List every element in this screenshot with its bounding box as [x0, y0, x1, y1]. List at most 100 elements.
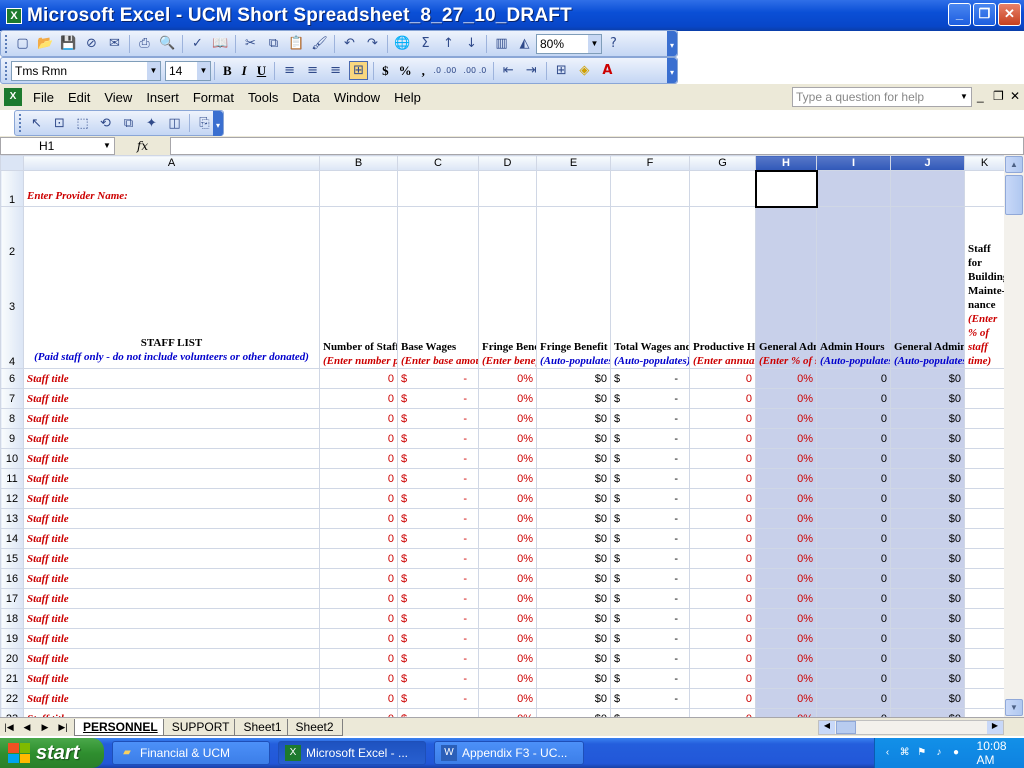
row-header[interactable]: 10	[0, 448, 24, 469]
row-header[interactable]: 6	[0, 368, 24, 389]
fill-color-icon[interactable]: ◈	[575, 61, 594, 80]
admin-hours-cell[interactable]: 0	[816, 428, 891, 449]
base-wages-cell[interactable]: $-	[397, 648, 479, 669]
fringe-rate-cell[interactable]: 0%	[478, 708, 537, 717]
staff-title-cell[interactable]: Staff title	[23, 428, 320, 449]
positions-cell[interactable]: 0	[319, 628, 398, 649]
positions-cell[interactable]: 0	[319, 468, 398, 489]
admin-costs-cell[interactable]: $0	[890, 488, 965, 509]
total-wages-cell[interactable]: $-	[610, 688, 690, 709]
staff-title-cell[interactable]: Staff title	[23, 708, 320, 717]
formula-input[interactable]	[170, 136, 1024, 155]
admin-hours-cell[interactable]: 0	[816, 548, 891, 569]
cell[interactable]	[964, 388, 1004, 409]
align-right-icon[interactable]: ≡	[326, 61, 345, 80]
doc-restore-button[interactable]: ❐	[993, 89, 1004, 103]
cell[interactable]	[964, 368, 1004, 389]
col-header-f[interactable]: F	[610, 155, 690, 171]
staff-title-cell[interactable]: Staff title	[23, 668, 320, 689]
col-header-e[interactable]: E	[536, 155, 611, 171]
positions-cell[interactable]: 0	[319, 448, 398, 469]
undo-icon[interactable]: ↶	[340, 34, 359, 53]
base-wages-cell[interactable]: $-	[397, 368, 479, 389]
chevron-down-icon[interactable]: ▼	[588, 34, 601, 53]
staff-title-cell[interactable]: Staff title	[23, 608, 320, 629]
fringe-dollars-cell[interactable]: $0	[536, 408, 611, 429]
fringe-rate-cell[interactable]: 0%	[478, 388, 537, 409]
menu-format[interactable]: Format	[186, 90, 241, 105]
vertical-scrollbar[interactable]: ▲ ▼	[1004, 155, 1024, 717]
fringe-dollars-cell[interactable]: $0	[536, 528, 611, 549]
admin-hours-cell[interactable]: 0	[816, 588, 891, 609]
menu-window[interactable]: Window	[327, 90, 387, 105]
total-wages-cell[interactable]: $-	[610, 568, 690, 589]
staff-title-cell[interactable]: Staff title	[23, 568, 320, 589]
admin-hours-cell[interactable]: 0	[816, 608, 891, 629]
cell[interactable]	[964, 668, 1004, 689]
total-wages-cell[interactable]: $-	[610, 528, 690, 549]
task-appendix-f3[interactable]: W Appendix F3 - UC...	[434, 741, 584, 765]
productive-hours-cell[interactable]: 0	[689, 588, 756, 609]
general-admin-cell[interactable]: 0%	[755, 428, 817, 449]
print-preview-icon[interactable]: 🔍	[158, 34, 177, 53]
help-icon[interactable]: ?	[604, 34, 623, 53]
cell[interactable]	[964, 548, 1004, 569]
connector-icon[interactable]: ⬚	[73, 114, 92, 133]
base-wages-cell[interactable]: $-	[397, 488, 479, 509]
cell[interactable]	[964, 488, 1004, 509]
admin-hours-cell[interactable]: 0	[816, 568, 891, 589]
admin-hours-cell[interactable]: 0	[816, 668, 891, 689]
productive-hours-cell[interactable]: 0	[689, 608, 756, 629]
base-wages-cell[interactable]: $-	[397, 428, 479, 449]
row-header[interactable]: 19	[0, 628, 24, 649]
cell[interactable]	[319, 170, 398, 207]
col-header-i[interactable]: I	[816, 155, 891, 171]
fringe-dollars-cell[interactable]: $0	[536, 648, 611, 669]
admin-costs-cell[interactable]: $0	[890, 588, 965, 609]
last-sheet-icon[interactable]: ▶|	[54, 722, 72, 733]
productive-hours-cell[interactable]: 0	[689, 668, 756, 689]
general-admin-cell[interactable]: 0%	[755, 368, 817, 389]
base-wages-cell[interactable]: $-	[397, 548, 479, 569]
align-left-icon[interactable]: ≡	[280, 61, 299, 80]
fringe-rate-cell[interactable]: 0%	[478, 668, 537, 689]
active-cell-h1[interactable]	[754, 169, 818, 208]
row-header-2-4[interactable]: 2 3 4	[0, 206, 24, 369]
row-header[interactable]: 16	[0, 568, 24, 589]
staff-title-cell[interactable]: Staff title	[23, 588, 320, 609]
workbook-icon[interactable]: X	[4, 88, 22, 106]
general-admin-cell[interactable]: 0%	[755, 568, 817, 589]
productive-hours-cell[interactable]: 0	[689, 428, 756, 449]
base-wages-cell[interactable]: $-	[397, 608, 479, 629]
chevron-down-icon[interactable]: ▼	[100, 138, 114, 154]
admin-hours-cell[interactable]: 0	[816, 468, 891, 489]
cell[interactable]	[964, 428, 1004, 449]
task-microsoft-excel[interactable]: X Microsoft Excel - ...	[278, 741, 426, 765]
fringe-rate-cell[interactable]: 0%	[478, 628, 537, 649]
base-wages-cell[interactable]: $-	[397, 688, 479, 709]
base-wages-cell[interactable]: $-	[397, 388, 479, 409]
staff-title-cell[interactable]: Staff title	[23, 548, 320, 569]
building-maint-header[interactable]: Staff for Building Mainte-nance(Enter % …	[964, 206, 1004, 369]
cell[interactable]	[397, 170, 479, 207]
minimize-button[interactable]: _	[948, 3, 971, 26]
staff-title-cell[interactable]: Staff title	[23, 408, 320, 429]
admin-hours-cell[interactable]: 0	[816, 368, 891, 389]
admin-costs-cell[interactable]: $0	[890, 608, 965, 629]
cell[interactable]	[536, 170, 611, 207]
base-wages-cell[interactable]: $-	[397, 708, 479, 717]
col-header-g[interactable]: G	[689, 155, 756, 171]
fringe-rate-cell[interactable]: 0%	[478, 468, 537, 489]
cell[interactable]	[964, 468, 1004, 489]
positions-cell[interactable]: 0	[319, 588, 398, 609]
staff-positions-header[interactable]: Number of Staff Positions (Enter number p…	[319, 206, 398, 369]
positions-cell[interactable]: 0	[319, 368, 398, 389]
fringe-dollars-cell[interactable]: $0	[536, 708, 611, 717]
drawing-icon[interactable]: ◭	[515, 34, 534, 53]
fx-icon[interactable]: fx	[115, 139, 170, 153]
positions-cell[interactable]: 0	[319, 488, 398, 509]
row-header[interactable]: 14	[0, 528, 24, 549]
col-header-h[interactable]: H	[755, 155, 817, 171]
productive-hours-cell[interactable]: 0	[689, 528, 756, 549]
fringe-rate-cell[interactable]: 0%	[478, 408, 537, 429]
